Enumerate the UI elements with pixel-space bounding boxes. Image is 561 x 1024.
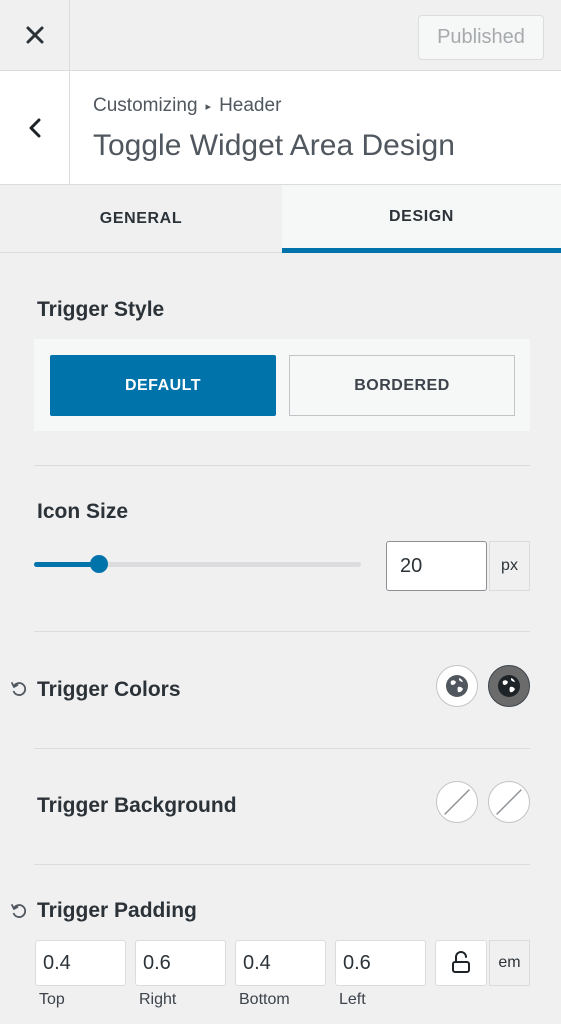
trigger-background-hover-swatch[interactable] <box>488 781 530 823</box>
trigger-colors-label: Trigger Colors <box>37 678 181 701</box>
icon-size-label: Icon Size <box>37 500 129 523</box>
padding-right-input[interactable]: 0.6 <box>135 940 226 986</box>
breadcrumb-current: Header <box>219 95 282 116</box>
trigger-padding-label: Trigger Padding <box>37 899 197 922</box>
unlock-icon <box>452 951 470 973</box>
icon-size-input[interactable]: 20 <box>386 541 487 591</box>
padding-bottom-input[interactable]: 0.4 <box>235 940 326 986</box>
back-button[interactable] <box>0 71 70 184</box>
divider <box>34 748 530 749</box>
style-default-button[interactable]: DEFAULT <box>50 355 276 416</box>
chevron-left-icon <box>29 118 40 137</box>
divider <box>34 864 530 865</box>
breadcrumb: Customizing ▸ Header <box>93 95 281 117</box>
slider-thumb[interactable] <box>90 555 109 573</box>
padding-right-label: Right <box>139 991 177 1008</box>
padding-top-input[interactable]: 0.4 <box>35 940 126 986</box>
icon-size-unit[interactable]: px <box>489 541 530 591</box>
customizer-top-bar: Published <box>0 0 561 71</box>
trigger-color-hover-swatch[interactable] <box>488 665 530 707</box>
close-button[interactable] <box>0 0 70 70</box>
published-button[interactable]: Published <box>418 15 544 60</box>
padding-left-label: Left <box>339 991 366 1008</box>
no-color-icon <box>444 789 470 815</box>
global-color-icon <box>446 675 468 697</box>
style-bordered-button[interactable]: BORDERED <box>289 355 515 416</box>
trigger-background-swatch[interactable] <box>436 781 478 823</box>
reset-icon[interactable] <box>10 902 28 920</box>
trigger-color-swatch[interactable] <box>436 665 478 707</box>
divider <box>34 465 530 466</box>
icon-size-slider[interactable] <box>34 555 361 573</box>
breadcrumb-parent: Customizing <box>93 95 198 116</box>
padding-top-label: Top <box>39 991 65 1008</box>
tab-bar: GENERAL DESIGN <box>0 185 561 253</box>
breadcrumb-separator-icon: ▸ <box>205 100 212 113</box>
panel-title: Toggle Widget Area Design <box>93 129 455 162</box>
tab-general[interactable]: GENERAL <box>0 185 282 252</box>
padding-left-input[interactable]: 0.6 <box>335 940 426 986</box>
tab-design[interactable]: DESIGN <box>282 185 561 253</box>
trigger-style-group: DEFAULT BORDERED <box>34 339 530 431</box>
trigger-style-label: Trigger Style <box>37 298 165 321</box>
close-icon <box>26 26 43 44</box>
no-color-hover-icon <box>496 789 522 815</box>
padding-lock-button[interactable] <box>435 940 487 986</box>
divider <box>34 631 530 632</box>
panel-header: Customizing ▸ Header Toggle Widget Area … <box>0 71 561 185</box>
padding-bottom-label: Bottom <box>239 991 290 1008</box>
trigger-background-label: Trigger Background <box>37 794 237 817</box>
padding-unit[interactable]: em <box>489 940 530 986</box>
reset-icon[interactable] <box>10 680 28 698</box>
global-color-hover-icon <box>498 675 520 697</box>
